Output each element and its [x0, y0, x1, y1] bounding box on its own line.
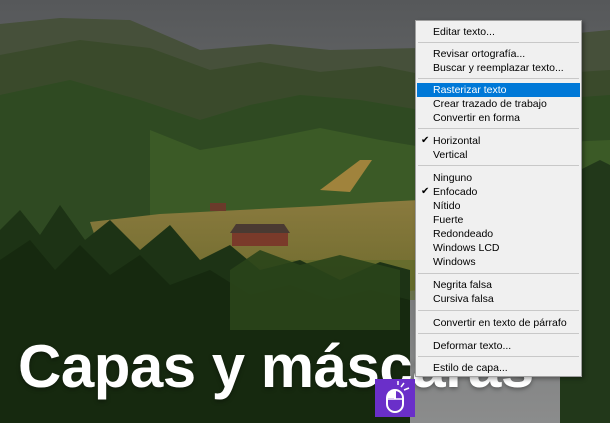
menu-item-label: Nítido — [433, 200, 461, 212]
menu-item-label: Windows LCD — [433, 242, 500, 254]
menu-separator — [418, 356, 579, 357]
menu-item-create-work-path[interactable]: Crear trazado de trabajo — [417, 97, 580, 111]
menu-item-aa-windows-lcd[interactable]: Windows LCD — [417, 241, 580, 255]
menu-item-label: Convertir en texto de párrafo — [433, 317, 567, 329]
menu-separator — [418, 333, 579, 334]
menu-item-aa-smooth[interactable]: Redondeado — [417, 227, 580, 241]
menu-item-aa-crisp[interactable]: Nítido — [417, 199, 580, 213]
menu-item-faux-bold[interactable]: Negrita falsa — [417, 278, 580, 292]
menu-item-label: Cursiva falsa — [433, 293, 494, 305]
menu-item-label: Windows — [433, 256, 476, 268]
menu-item-label: Editar texto... — [433, 26, 495, 38]
menu-item-label: Crear trazado de trabajo — [433, 98, 547, 110]
menu-item-aa-strong[interactable]: Fuerte — [417, 213, 580, 227]
menu-item-label: Revisar ortografía... — [433, 48, 526, 60]
menu-item-aa-none[interactable]: Ninguno — [417, 171, 580, 185]
menu-separator — [418, 78, 579, 79]
menu-item-find-replace[interactable]: Buscar y reemplazar texto... — [417, 61, 580, 75]
menu-item-label: Negrita falsa — [433, 279, 492, 291]
menu-item-label: Ninguno — [433, 172, 473, 184]
menu-item-label: Redondeado — [433, 228, 494, 240]
menu-item-label: Enfocado — [433, 186, 478, 198]
menu-item-label: Horizontal — [433, 135, 481, 147]
menu-item-label: Estilo de capa... — [433, 362, 508, 374]
menu-separator — [418, 128, 579, 129]
checkmark-icon: ✔ — [421, 186, 430, 197]
menu-item-layer-style[interactable]: Estilo de capa... — [417, 361, 580, 375]
menu-item-label: Buscar y reemplazar texto... — [433, 62, 564, 74]
menu-item-convert-to-paragraph[interactable]: Convertir en texto de párrafo — [417, 316, 580, 330]
menu-item-faux-italic[interactable]: Cursiva falsa — [417, 292, 580, 306]
menu-item-aa-sharp[interactable]: ✔ Enfocado — [417, 185, 580, 199]
menu-item-label: Fuerte — [433, 214, 464, 226]
menu-item-label: Rasterizar texto — [433, 84, 507, 96]
menu-item-aa-windows[interactable]: Windows — [417, 255, 580, 269]
menu-item-label: Vertical — [433, 149, 468, 161]
menu-separator — [418, 310, 579, 311]
menu-item-horizontal[interactable]: ✔ Horizontal — [417, 134, 580, 148]
checkmark-icon: ✔ — [421, 135, 430, 146]
menu-separator — [418, 273, 579, 274]
menu-item-label: Convertir en forma — [433, 112, 520, 124]
menu-item-convert-to-shape[interactable]: Convertir en forma — [417, 111, 580, 125]
menu-separator — [418, 42, 579, 43]
menu-item-spell-check[interactable]: Revisar ortografía... — [417, 47, 580, 61]
menu-item-vertical[interactable]: Vertical — [417, 148, 580, 162]
mouse-click-badge — [375, 379, 415, 417]
mouse-click-icon — [386, 381, 410, 413]
menu-item-edit-text[interactable]: Editar texto... — [417, 25, 580, 39]
menu-item-label: Deformar texto... — [433, 340, 512, 352]
menu-item-rasterize-text[interactable]: Rasterizar texto — [417, 83, 580, 97]
text-context-menu: Editar texto... Revisar ortografía... Bu… — [415, 20, 582, 377]
menu-separator — [418, 165, 579, 166]
menu-item-warp-text[interactable]: Deformar texto... — [417, 339, 580, 353]
